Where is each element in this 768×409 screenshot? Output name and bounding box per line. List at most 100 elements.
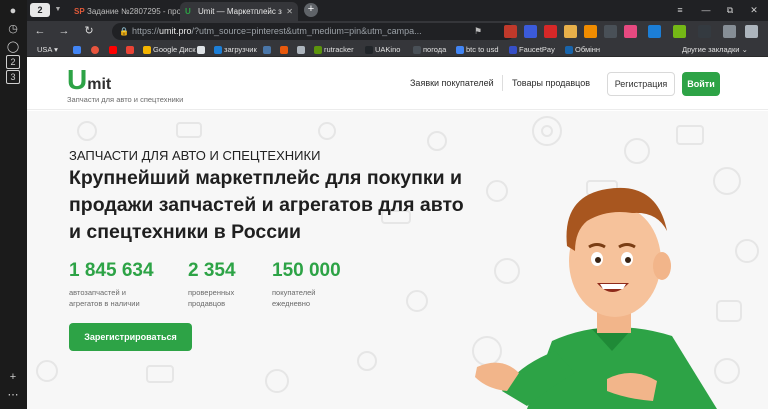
tab-search-icon[interactable]: ≡ <box>667 0 693 21</box>
extension-3-icon[interactable] <box>544 25 557 38</box>
bookmark-page[interactable] <box>197 42 207 57</box>
url-path: /?utm_source=pinterest&utm_medium=pin&ut… <box>191 26 422 36</box>
stat-label: проверенных продавцов <box>188 288 235 308</box>
history-icon[interactable]: ◷ <box>6 22 20 36</box>
hero-eyebrow: ЗАПЧАСТИ ДЛЯ АВТО И СПЕЦТЕХНИКИ <box>69 148 321 163</box>
weather-icon <box>413 46 421 54</box>
minimize-icon[interactable]: — <box>693 0 719 21</box>
close-window-icon[interactable]: ✕ <box>741 0 767 21</box>
web-page: Umit Запчасти для авто и спецтехники Зая… <box>27 58 768 409</box>
umit-favicon-icon: U <box>185 7 191 16</box>
stat-value: 1 845 634 <box>69 260 154 281</box>
tab-title: Задание №2807295 - прос <box>87 7 186 16</box>
grey-icon <box>297 46 305 54</box>
url-scheme: https:// <box>132 26 160 36</box>
stat-value: 2 354 <box>188 260 236 281</box>
stat-label: покупателей ежедневно <box>272 288 316 308</box>
tab-menu-chevron-icon[interactable]: ▼ <box>52 5 64 15</box>
bookmark-gmail[interactable] <box>126 42 136 57</box>
download-icon[interactable] <box>648 25 661 38</box>
bookmark-btc-to-usd[interactable]: btc to usd <box>456 42 499 57</box>
more-icon[interactable]: ⋯ <box>6 388 20 402</box>
extension-6-icon[interactable] <box>604 25 617 38</box>
bookmark-google-drive[interactable]: Google Диск <box>143 42 196 57</box>
speed-dial-icon[interactable]: ◯ <box>6 40 20 54</box>
bookmark-grey[interactable] <box>297 42 307 57</box>
stat-value: 150 000 <box>272 260 341 281</box>
bookmark-faucetpay[interactable]: FaucetPay <box>509 42 555 57</box>
workspace-2-icon[interactable]: 2 <box>6 55 20 69</box>
new-tab-button[interactable]: + <box>304 3 318 17</box>
bookmark-uakino[interactable]: UAKino <box>365 42 400 57</box>
os-sidebar: ● ◷ ◯ 2 3 + ⋯ <box>0 0 27 409</box>
exchange-icon <box>565 46 573 54</box>
uakino-icon <box>365 46 373 54</box>
bookmark-usa[interactable]: USA ▾ <box>37 42 58 57</box>
extension-5-icon[interactable] <box>584 25 597 38</box>
forward-icon[interactable]: → <box>57 24 71 38</box>
opera-icon <box>91 46 99 54</box>
red-icon <box>280 46 288 54</box>
vk-icon <box>263 46 271 54</box>
extension-9-icon[interactable] <box>673 25 686 38</box>
mascot-illustration <box>475 187 717 409</box>
youtube-icon <box>109 46 117 54</box>
stat-parts: 1 845 634 автозапчастей и агрегатов в на… <box>69 261 154 309</box>
bookmark-youtube[interactable] <box>109 42 119 57</box>
extension-2-icon[interactable] <box>524 25 537 38</box>
hero-headline: Крупнейший маркетплейс для покупки и про… <box>69 167 464 243</box>
browser-toolbar: ← → ↻ 🔒 https://umit.pro/?utm_source=pin… <box>27 21 768 42</box>
google-icon <box>73 46 81 54</box>
bookmark-zagruzchik[interactable]: загрузчик <box>214 42 257 57</box>
bookmark-exchange[interactable]: Обмінн <box>565 42 600 57</box>
rutracker-icon <box>314 46 322 54</box>
close-tab-icon[interactable]: ✕ <box>286 2 293 21</box>
workspace-3-icon[interactable]: 3 <box>6 70 20 84</box>
extension-10-icon[interactable] <box>698 25 711 38</box>
bookmark-rutracker[interactable]: rutracker <box>314 42 354 57</box>
bookmarks-bar: USA ▾ Google Диск загрузчик rutracker UA… <box>27 42 768 57</box>
register-cta-button[interactable]: Зарегистрироваться <box>69 323 192 351</box>
sp-favicon-icon: SP <box>74 7 85 16</box>
add-panel-icon[interactable]: + <box>6 370 20 384</box>
stat-sellers: 2 354 проверенных продавцов <box>188 261 248 309</box>
bookmark-google[interactable] <box>73 42 83 57</box>
bookmark-vk[interactable] <box>263 42 273 57</box>
stat-label: автозапчастей и агрегатов в наличии <box>69 288 140 308</box>
bookmark-pogoda[interactable]: погода <box>413 42 446 57</box>
back-icon[interactable]: ← <box>33 24 47 38</box>
site-tagline: Запчасти для авто и спецтехники <box>67 95 184 104</box>
nav-seller-products[interactable]: Товары продавцов <box>512 78 590 88</box>
tab-count-badge[interactable]: 2 <box>30 3 50 17</box>
address-bar[interactable]: 🔒 https://umit.pro/?utm_source=pinterest… <box>112 23 515 40</box>
site-header: Umit Запчасти для авто и спецтехники Зая… <box>27 58 768 110</box>
faucetpay-icon <box>509 46 517 54</box>
extension-1-icon[interactable] <box>504 25 517 38</box>
bookmark-other[interactable]: Другие закладки ⌄ <box>682 42 748 57</box>
user-icon[interactable]: ● <box>6 4 20 18</box>
tab-umit[interactable]: U Umit — Маркетплейс з ✕ <box>180 2 298 21</box>
hero-section: ЗАПЧАСТИ ДЛЯ АВТО И СПЕЦТЕХНИКИ Крупнейш… <box>27 111 768 409</box>
dropdown-icon: ▾ <box>54 45 58 54</box>
page-icon <box>197 46 205 54</box>
lock-icon: 🔒 <box>119 27 129 36</box>
nav-divider <box>502 75 503 91</box>
chevron-down-icon: ⌄ <box>741 45 748 54</box>
drive-icon <box>143 46 151 54</box>
menu-icon[interactable] <box>745 25 758 38</box>
tab-zadanie[interactable]: SP Задание №2807295 - прос ✕ <box>69 2 191 21</box>
nav-buyer-requests[interactable]: Заявки покупателей <box>410 78 494 88</box>
extension-7-icon[interactable] <box>624 25 637 38</box>
bookmark-star-icon[interactable]: ⚑ <box>474 21 482 42</box>
bookmark-red[interactable] <box>280 42 290 57</box>
restore-icon[interactable]: ⧉ <box>717 0 743 21</box>
umit-logo[interactable]: Umit <box>67 66 111 94</box>
register-button[interactable]: Регистрация <box>607 72 675 96</box>
easy-setup-icon[interactable] <box>723 25 736 38</box>
bookmark-opera[interactable] <box>91 42 101 57</box>
login-button[interactable]: Войти <box>682 72 720 96</box>
reload-icon[interactable]: ↻ <box>82 24 96 38</box>
extension-4-icon[interactable] <box>564 25 577 38</box>
gmail-icon <box>126 46 134 54</box>
stat-buyers: 150 000 покупателей ежедневно <box>272 261 341 309</box>
